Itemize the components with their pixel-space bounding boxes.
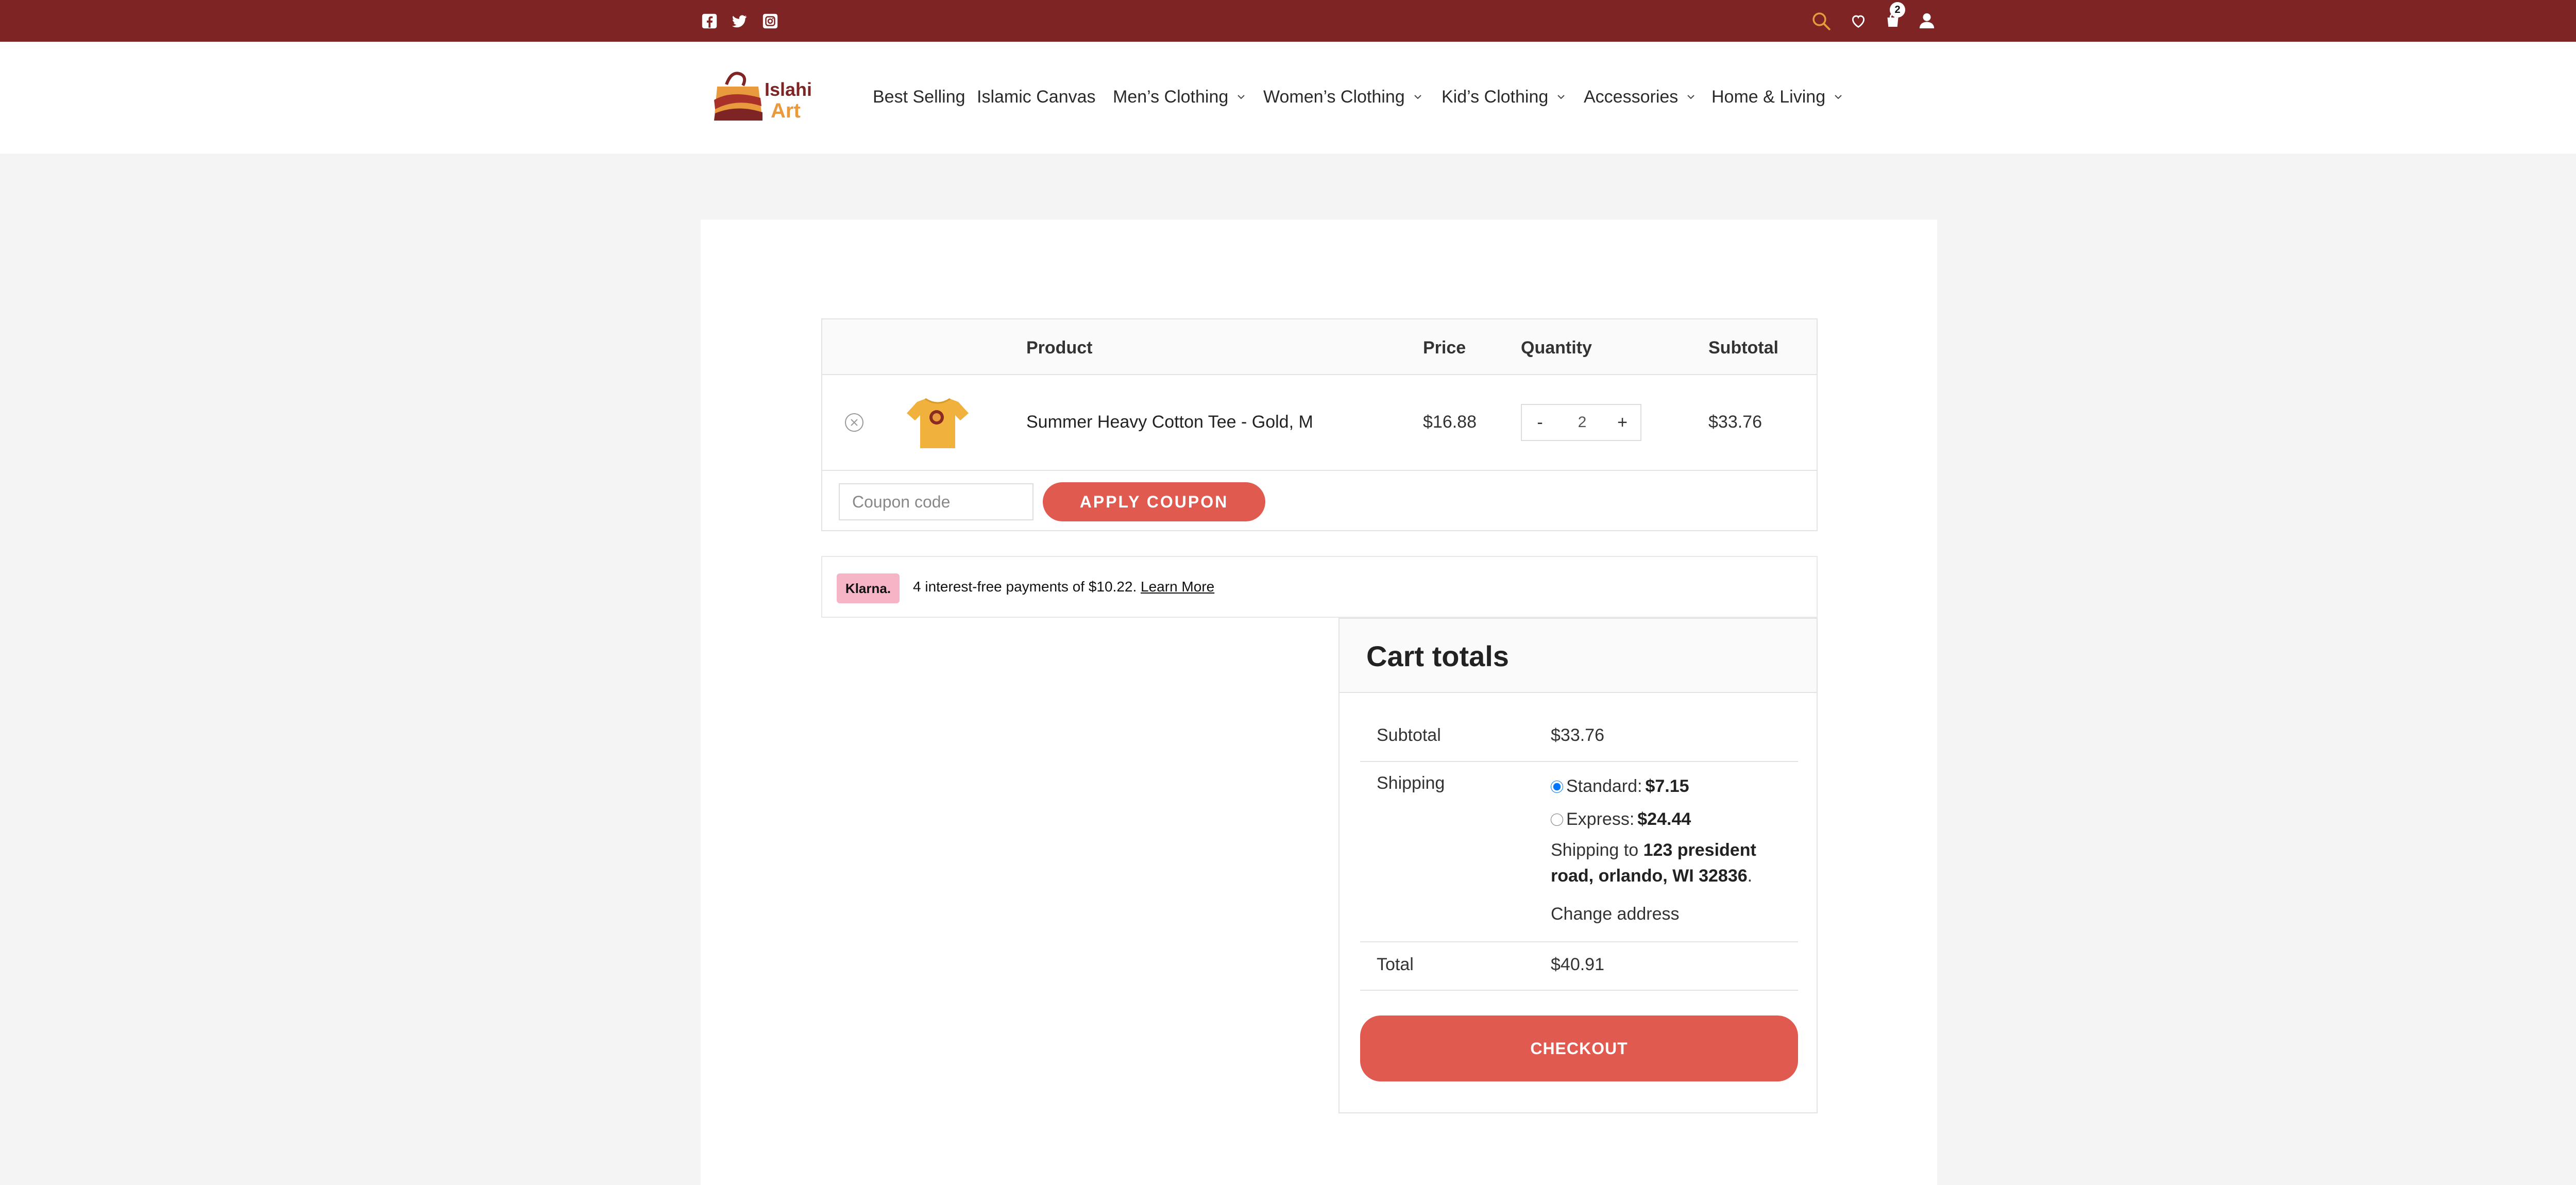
row-divider: [822, 470, 1817, 471]
close-circle-icon: [845, 413, 863, 432]
logo-text-line2: Art: [771, 99, 801, 122]
nav-item-best-selling[interactable]: Best Selling: [873, 87, 965, 107]
search-icon[interactable]: [1810, 10, 1832, 32]
total-label: Total: [1377, 955, 1414, 974]
shipping-standard-price: $7.15: [1645, 776, 1689, 796]
instagram-icon[interactable]: [761, 12, 779, 30]
shipping-express-price: $24.44: [1637, 809, 1691, 829]
ship-to-prefix: Shipping to: [1551, 840, 1639, 860]
coupon-code-input[interactable]: [839, 483, 1033, 520]
apply-coupon-button[interactable]: APPLY COUPON: [1043, 482, 1265, 521]
chevron-down-icon: [1835, 94, 1842, 99]
twitter-icon[interactable]: [731, 12, 748, 30]
nav-item-accessories[interactable]: Accessories: [1584, 87, 1694, 107]
nav-item-womens-clothing[interactable]: Women’s Clothing: [1263, 87, 1421, 107]
klarna-message: 4 interest-free payments of $10.22. Lear…: [913, 579, 1214, 595]
change-address-link[interactable]: Change address: [1551, 904, 1680, 924]
heart-icon[interactable]: [1850, 12, 1867, 30]
nav-item-kids-clothing[interactable]: Kid’s Clothing: [1442, 87, 1565, 107]
nav-label: Men’s Clothing: [1113, 87, 1229, 107]
cart-totals-header: Cart totals: [1340, 619, 1817, 693]
facebook-icon[interactable]: [701, 12, 718, 30]
quantity-increase-button[interactable]: +: [1609, 410, 1635, 435]
quantity-input[interactable]: [1559, 411, 1605, 434]
nav-label: Islamic Canvas: [977, 87, 1096, 107]
cart-table-header: Product Price Quantity Subtotal: [822, 319, 1817, 375]
ship-to-suffix: .: [1747, 866, 1753, 886]
chevron-down-icon: [1414, 94, 1421, 99]
top-bar: 2: [0, 0, 2576, 42]
klarna-logo: Klarna.: [837, 573, 900, 603]
col-header-subtotal: Subtotal: [1708, 338, 1778, 358]
shipping-radio-standard[interactable]: [1551, 780, 1563, 793]
logo-text-line1: Islahi: [765, 79, 812, 100]
subtotal-value: $33.76: [1551, 725, 1604, 745]
klarna-text: 4 interest-free payments of $10.22.: [913, 579, 1137, 595]
shipping-option-standard[interactable]: Standard: $7.15: [1551, 776, 1689, 797]
shipping-express-label: Express:: [1566, 809, 1635, 829]
shipping-standard-label: Standard:: [1566, 776, 1642, 796]
product-name[interactable]: Summer Heavy Cotton Tee - Gold, M: [1026, 412, 1313, 432]
nav-label: Home & Living: [1711, 87, 1826, 107]
totals-divider: [1360, 990, 1798, 991]
col-header-price: Price: [1423, 338, 1466, 358]
product-thumbnail[interactable]: [905, 395, 971, 452]
nav-label: Kid’s Clothing: [1442, 87, 1549, 107]
shipping-option-express[interactable]: Express: $24.44: [1551, 809, 1691, 830]
nav-label: Women’s Clothing: [1263, 87, 1405, 107]
nav-item-mens-clothing[interactable]: Men’s Clothing: [1113, 87, 1245, 107]
cart-count-badge: 2: [1890, 2, 1905, 18]
nav-item-home-living[interactable]: Home & Living: [1711, 87, 1842, 107]
cart-totals-title: Cart totals: [1366, 640, 1509, 672]
total-value: $40.91: [1551, 955, 1604, 974]
totals-divider: [1360, 761, 1798, 762]
site-logo[interactable]: Islahi Art: [711, 64, 814, 126]
nav-item-islamic-canvas[interactable]: Islamic Canvas: [977, 87, 1096, 107]
cart-table: Product Price Quantity Subtotal Summer H…: [821, 318, 1818, 531]
product-price: $16.88: [1423, 412, 1477, 432]
col-header-product: Product: [1026, 338, 1093, 358]
totals-divider: [1360, 941, 1798, 942]
checkout-button[interactable]: CHECKOUT: [1360, 1015, 1798, 1081]
product-subtotal: $33.76: [1708, 412, 1762, 432]
chevron-down-icon: [1557, 94, 1565, 99]
quantity-stepper: - +: [1521, 404, 1641, 441]
subtotal-label: Subtotal: [1377, 725, 1441, 745]
nav-label: Best Selling: [873, 87, 965, 107]
chevron-down-icon: [1238, 94, 1245, 99]
account-icon[interactable]: [1917, 10, 1937, 31]
klarna-learn-more-link[interactable]: Learn More: [1141, 579, 1214, 595]
cart-totals-panel: Cart totals Subtotal $33.76 Shipping Sta…: [1338, 618, 1818, 1113]
shipping-destination: Shipping to 123 president road, orlando,…: [1551, 837, 1788, 889]
shipping-radio-express[interactable]: [1551, 813, 1563, 826]
chevron-down-icon: [1687, 94, 1694, 99]
quantity-decrease-button[interactable]: -: [1527, 410, 1553, 435]
shipping-label: Shipping: [1377, 773, 1445, 793]
remove-item-button[interactable]: [844, 412, 865, 433]
klarna-banner: Klarna. 4 interest-free payments of $10.…: [821, 556, 1818, 618]
col-header-quantity: Quantity: [1521, 338, 1592, 358]
nav-label: Accessories: [1584, 87, 1679, 107]
